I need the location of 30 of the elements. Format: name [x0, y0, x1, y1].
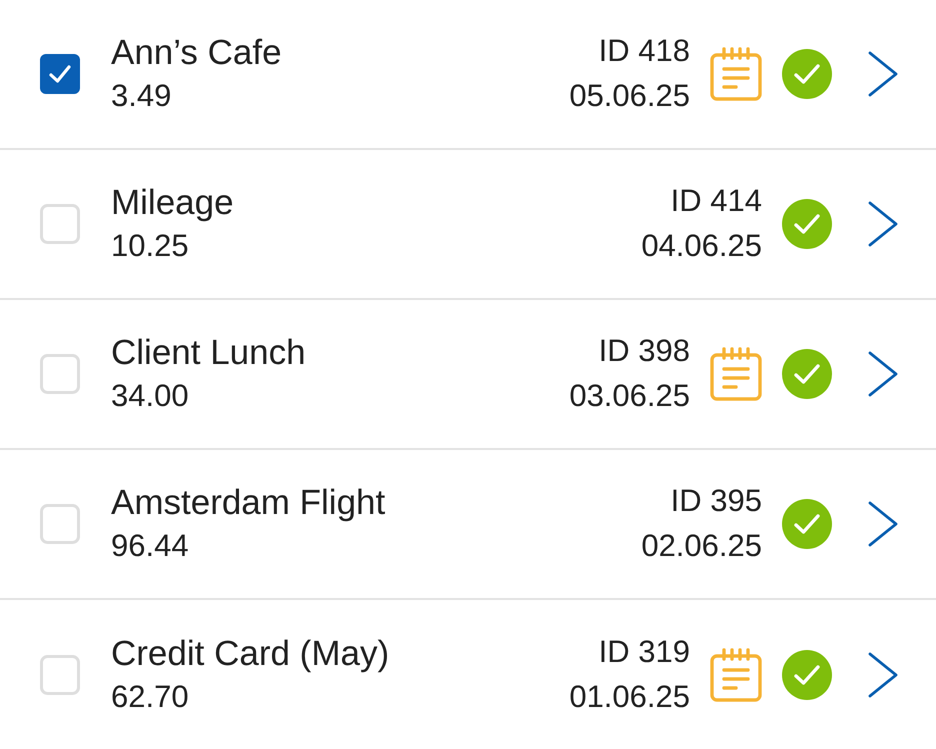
- expense-title: Amsterdam Flight: [111, 482, 386, 524]
- expense-title: Mileage: [111, 182, 234, 224]
- expense-id: ID 414: [670, 182, 762, 220]
- checkbox[interactable]: [40, 504, 80, 544]
- expense-amount: 96.44: [111, 527, 190, 565]
- expense-amount: 62.70: [111, 678, 190, 716]
- expense-amount: 34.00: [111, 377, 190, 415]
- expense-amount: 3.49: [111, 77, 172, 115]
- expense-date: 03.06.25: [569, 377, 690, 415]
- checkbox[interactable]: [40, 354, 80, 394]
- checkbox[interactable]: [40, 204, 80, 244]
- checkbox[interactable]: [40, 655, 80, 695]
- expense-date: 01.06.25: [569, 678, 690, 716]
- expense-id: ID 319: [598, 633, 690, 671]
- chevron-right-icon[interactable]: [868, 652, 898, 698]
- chevron-right-icon[interactable]: [868, 501, 898, 547]
- expense-title: Credit Card (May): [111, 633, 390, 675]
- expense-id: ID 398: [598, 332, 690, 370]
- expense-title: Client Lunch: [111, 332, 306, 374]
- expense-date: 02.06.25: [641, 527, 762, 565]
- checkbox[interactable]: [40, 54, 80, 94]
- expense-date: 04.06.25: [641, 227, 762, 265]
- expense-id: ID 395: [670, 482, 762, 520]
- expense-date: 05.06.25: [569, 77, 690, 115]
- expense-amount: 10.25: [111, 227, 190, 265]
- expense-title: Ann’s Cafe: [111, 32, 282, 74]
- chevron-right-icon[interactable]: [868, 51, 898, 97]
- chevron-right-icon[interactable]: [868, 351, 898, 397]
- chevron-right-icon[interactable]: [868, 201, 898, 247]
- expense-id: ID 418: [598, 32, 690, 70]
